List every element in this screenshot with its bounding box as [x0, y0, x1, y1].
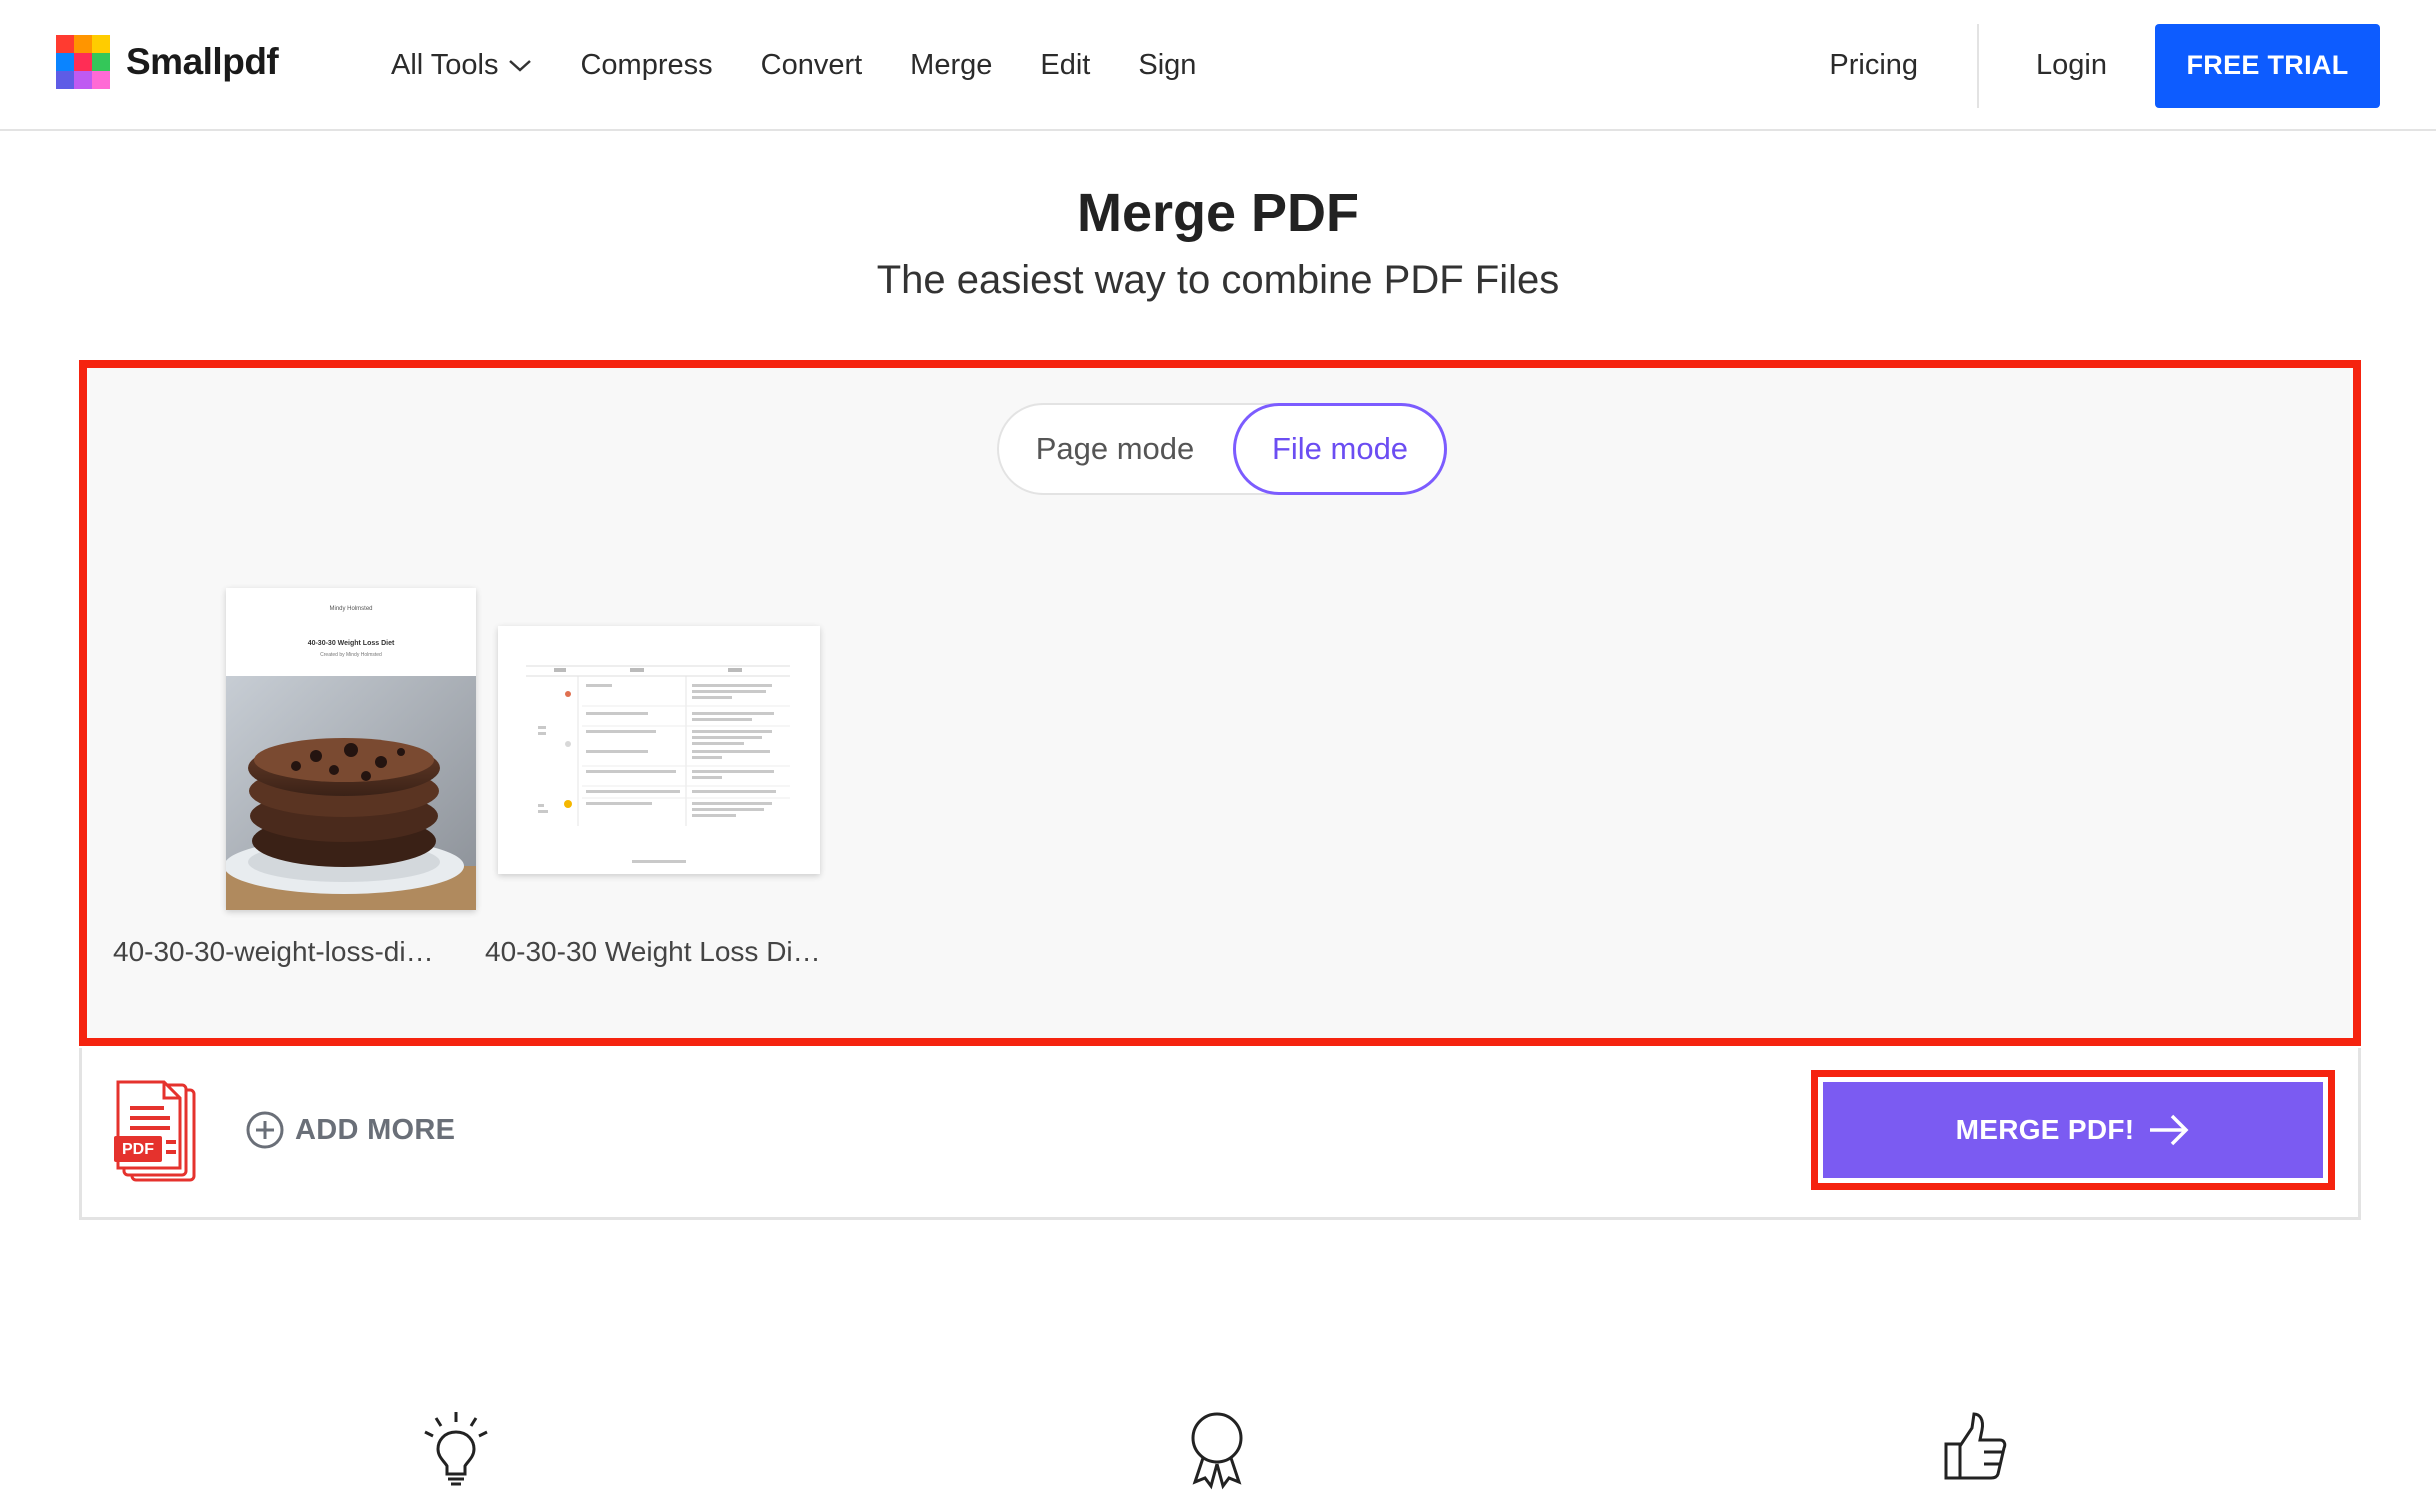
- nav-compress[interactable]: Compress: [580, 49, 712, 82]
- file-thumbnail[interactable]: [498, 626, 820, 874]
- top-header: Smallpdf All Tools Compress Convert Merg…: [0, 0, 2436, 131]
- file-mode-option[interactable]: File mode: [1233, 403, 1447, 495]
- nav-merge[interactable]: Merge: [910, 49, 992, 82]
- page-subtitle: The easiest way to combine PDF Files: [876, 258, 1560, 302]
- pricing-link[interactable]: Pricing: [1829, 49, 1918, 82]
- nav-sign[interactable]: Sign: [1138, 49, 1196, 82]
- file-name: 40-30-30-weight-loss-di…: [113, 936, 434, 967]
- nav-convert[interactable]: Convert: [761, 49, 863, 82]
- cookie-stack-photo: [226, 676, 476, 910]
- plus-circle-icon: [246, 1111, 284, 1149]
- login-link[interactable]: Login: [2036, 49, 2107, 82]
- smallpdf-logo[interactable]: Smallpdf: [56, 35, 279, 89]
- arrow-right-icon: [2150, 1114, 2189, 1146]
- smallpdf-logo-icon: [56, 35, 110, 89]
- lightbulb-icon: [422, 1410, 490, 1495]
- page-title: Merge PDF: [1076, 183, 1360, 243]
- mode-toggle: Page mode File mode: [997, 403, 1447, 495]
- merge-pdf-button[interactable]: MERGE PDF!: [1823, 1082, 2323, 1178]
- thumbs-up-icon: [1944, 1410, 2008, 1495]
- preview-author: Mindy Holmsted: [329, 606, 373, 612]
- award-ribbon-icon: [1187, 1410, 1247, 1495]
- header-actions: Pricing Login FREE TRIAL: [1829, 0, 2380, 131]
- main-nav: All Tools Compress Convert Merge Edit Si…: [391, 0, 1244, 131]
- free-trial-button[interactable]: FREE TRIAL: [2155, 23, 2380, 108]
- nav-all-tools[interactable]: All Tools: [391, 49, 532, 82]
- preview-subheading: Created by Mindy Holmsted: [320, 652, 382, 658]
- merge-action-bar: PDF ADD MORE MERGE PDF!: [79, 1048, 2361, 1220]
- merge-pdf-label: MERGE PDF!: [1955, 1114, 2135, 1145]
- file-thumbnail[interactable]: Mindy Holmsted 40-30-30 Weight Loss Diet…: [226, 588, 476, 910]
- header-divider: [1977, 23, 1980, 108]
- merge-workspace: Page mode File mode Mindy Holmsted 40-30…: [79, 360, 2361, 1046]
- preview-heading: 40-30-30 Weight Loss Diet: [307, 640, 395, 647]
- file-name: 40-30-30 Weight Loss Di…: [485, 936, 821, 967]
- pdf-badge-label: PDF: [122, 1141, 154, 1158]
- brand-name: Smallpdf: [126, 41, 279, 82]
- add-more-label: ADD MORE: [295, 1113, 456, 1146]
- page-mode-option[interactable]: Page mode: [999, 405, 1231, 493]
- nav-edit[interactable]: Edit: [1040, 49, 1090, 82]
- pdf-file-icon: PDF: [114, 1080, 198, 1189]
- nav-all-tools-label: All Tools: [391, 49, 499, 81]
- chevron-down-icon: [509, 59, 532, 72]
- meal-table-preview: [498, 626, 820, 874]
- add-more-button[interactable]: ADD MORE: [245, 1110, 455, 1150]
